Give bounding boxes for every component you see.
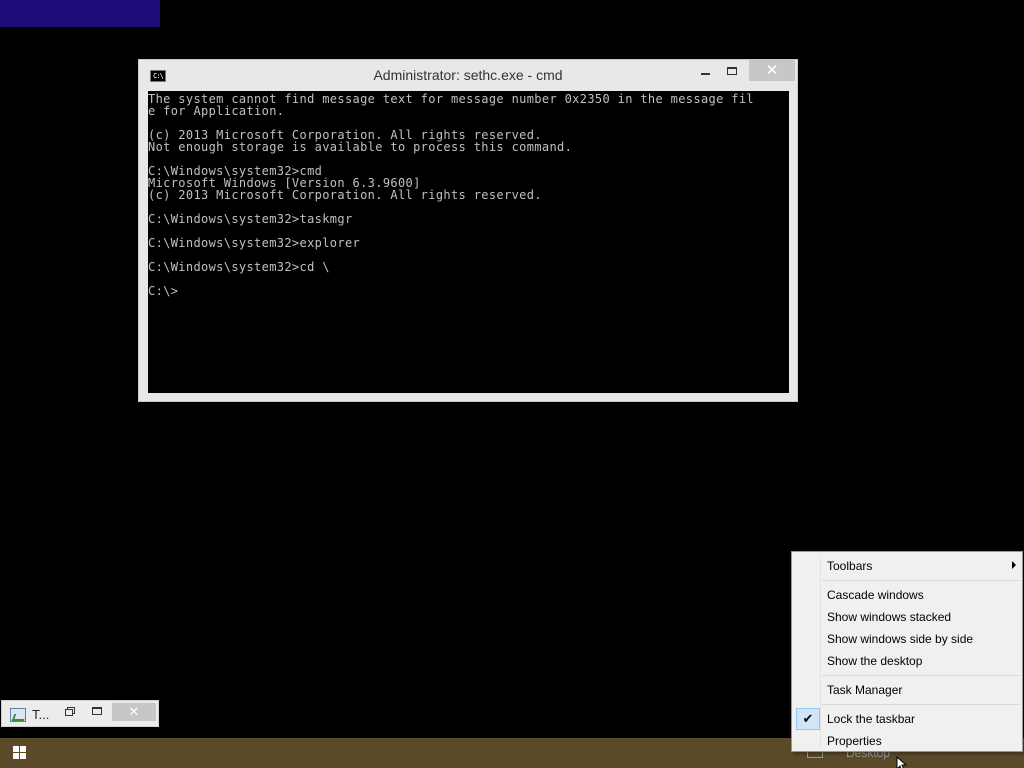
minimize-button[interactable] [692,60,718,81]
restore-button[interactable] [60,704,78,720]
close-button-mini[interactable]: ✕ [112,703,156,721]
menu-item-label: Properties [827,734,882,748]
cmd-titlebar[interactable]: C:\ Administrator: sethc.exe - cmd ✕ [139,60,797,91]
menu-separator [822,580,1020,581]
task-manager-title: T... [32,707,50,722]
menu-item-show-the-desktop[interactable]: Show the desktop [794,650,1020,672]
console-line: e for Application. [148,104,285,118]
windows-logo-icon [13,746,27,760]
restore-icon-front [65,709,73,716]
close-icon: ✕ [765,62,779,79]
console-line: C:\Windows\system32>explorer [148,236,361,250]
task-manager-icon [10,708,26,722]
submenu-arrow-icon [1012,561,1016,569]
menu-item-label: Lock the taskbar [827,712,916,726]
menu-item-show-windows-side-by-side[interactable]: Show windows side by side [794,628,1020,650]
maximize-button[interactable] [719,60,745,81]
start-button[interactable] [0,738,40,768]
menu-item-cascade-windows[interactable]: Cascade windows [794,584,1020,606]
close-button[interactable]: ✕ [749,60,795,81]
menu-item-toolbars[interactable]: Toolbars [794,555,1020,577]
checkmark-glyph: ✔ [802,711,814,726]
menu-item-label: Toolbars [827,559,873,573]
menu-item-label: Show windows stacked [827,610,952,624]
minimize-icon [700,72,710,75]
menu-item-show-windows-stacked[interactable]: Show windows stacked [794,606,1020,628]
task-manager-minimized-window[interactable]: T... ✕ [1,700,159,727]
console-line: C:\> [148,284,179,298]
maximize-button-mini[interactable] [88,704,106,720]
menu-item-properties[interactable]: Properties [794,730,1020,752]
mouse-cursor-icon [896,756,908,768]
menu-item-label: Cascade windows [827,588,924,602]
console-line: C:\Windows\system32>taskmgr [148,212,353,226]
console-output[interactable]: The system cannot find message text for … [148,91,789,393]
taskbar-context-menu[interactable]: Toolbars Cascade windows Show windows st… [791,551,1023,752]
console-line: C:\Windows\system32>cd \ [148,260,330,274]
menu-separator [822,675,1020,676]
close-icon: ✕ [128,704,140,719]
maximize-icon [727,66,737,75]
menu-item-label: Show the desktop [827,654,923,668]
maximize-icon [92,707,102,715]
console-line: (c) 2013 Microsoft Corporation. All righ… [148,188,542,202]
background-window-fragment [0,0,160,27]
console-line: Not enough storage is available to proce… [148,140,573,154]
menu-item-task-manager[interactable]: Task Manager [794,679,1020,701]
menu-item-label: Show windows side by side [827,632,974,646]
menu-item-label: Task Manager [827,683,903,697]
checkmark-icon: ✔ [796,708,820,730]
cmd-window[interactable]: C:\ Administrator: sethc.exe - cmd ✕ The… [138,59,798,402]
menu-item-lock-the-taskbar[interactable]: ✔ Lock the taskbar [794,708,1020,730]
menu-separator [822,704,1020,705]
console-text: The system cannot find message text for … [148,91,789,297]
